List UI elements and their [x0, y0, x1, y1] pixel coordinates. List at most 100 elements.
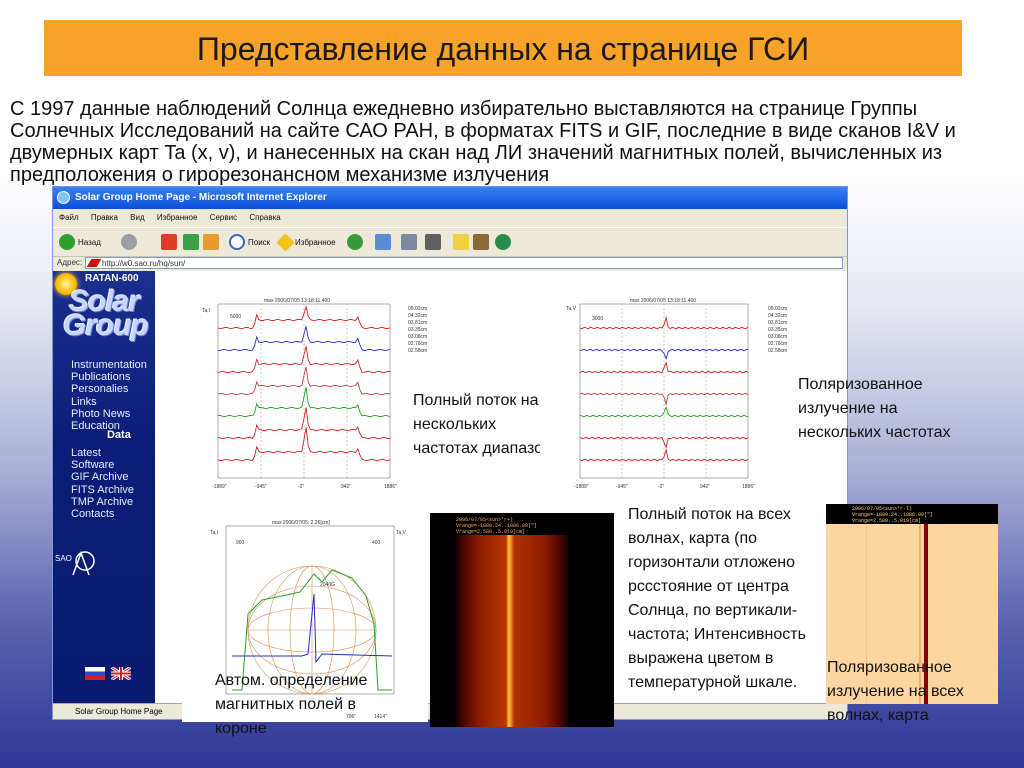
logo-group: Group [63, 309, 149, 342]
star-icon [276, 232, 295, 252]
sidebar-item-software[interactable]: Software [71, 459, 134, 471]
refresh-button[interactable] [183, 233, 202, 251]
legend-item: 04.32cm [408, 313, 427, 319]
sidebar-links: Instrumentation Publications Personalies… [71, 359, 147, 432]
status-text: Solar Group Home Page [75, 707, 163, 716]
x-tick-label: -2" [298, 484, 304, 490]
x-tick-label: 1886" [384, 484, 397, 490]
site-sidebar: RATAN-600 Solar Group Instrumentation Pu… [53, 271, 155, 703]
legend-item: 03.35cm [768, 327, 787, 333]
legend-item: 04.32cm [768, 313, 787, 319]
sidebar-data-heading: Data [107, 429, 131, 441]
magnetic-field-yaxis-left: Ta,I [210, 530, 218, 536]
polarization-scan-panel: max 2006/07/05 13:18:11.400 Ta,V 3000 05… [540, 278, 800, 490]
x-tick-label: -2" [658, 484, 664, 490]
intensity-map-header: 2006/07/05<sun>*r+) Vrange=-1889.24..188… [456, 517, 537, 535]
search-button[interactable]: Поиск [229, 233, 270, 251]
back-label: Назад [78, 237, 101, 247]
polarization-scan-scale: 3000 [592, 316, 603, 322]
sidebar-item-personalies[interactable]: Personalies [71, 383, 147, 395]
magnetic-field-title: max 2006/07/05: 2.26[cm] [272, 520, 330, 526]
messenger-button[interactable] [495, 233, 514, 251]
scan-trace [579, 448, 749, 462]
edit-button[interactable] [425, 233, 444, 251]
messenger-icon [495, 234, 511, 250]
search-label: Поиск [248, 237, 271, 247]
polarization-scan-title: max 2006/07/05 13:18:11.400 [630, 298, 696, 304]
sidebar-item-contacts[interactable]: Contacts [71, 508, 134, 520]
legend-item: 02.58cm [768, 348, 787, 354]
sidebar-data-links: Latest Software GIF Archive FITS Archive… [71, 447, 134, 520]
uk-flag-icon[interactable] [110, 665, 132, 682]
menu-view[interactable]: Вид [130, 213, 144, 222]
x-tick-label: -1889" [212, 484, 227, 490]
address-url: http://w0.sao.ru/hq/sun/ [102, 259, 186, 268]
refresh-icon [183, 234, 199, 250]
scan-trace [579, 392, 749, 406]
sidebar-item-gif-archive[interactable]: GIF Archive [71, 471, 134, 483]
magnetic-field-yaxis-right: Ta,V [396, 530, 407, 536]
address-label: Адрес: [57, 258, 83, 267]
x-tick-label: 942" [700, 484, 710, 490]
window-title: Solar Group Home Page - Microsoft Intern… [75, 192, 327, 203]
x-tick-label: 942" [341, 484, 351, 490]
menu-edit[interactable]: Правка [91, 213, 118, 222]
research-button[interactable] [473, 233, 492, 251]
edit-icon [425, 234, 441, 250]
sidebar-item-instrumentation[interactable]: Instrumentation [71, 359, 147, 371]
station-name: RATAN-600 [85, 273, 139, 284]
intensity-scan-title: max 2006/07/05 13:18:11.400 [264, 298, 330, 304]
sao-logo-text: SAO [55, 554, 72, 563]
browser-menu-bar: Файл Правка Вид Избранное Сервис Справка [53, 209, 847, 227]
slide-title: Представление данных на странице ГСИ [44, 20, 962, 76]
sidebar-item-links[interactable]: Links [71, 396, 147, 408]
address-bar: Адрес: http://w0.sao.ru/hq/sun/ [53, 255, 847, 271]
intensity-map-image [456, 535, 568, 727]
stop-icon [161, 234, 177, 250]
legend-item: 03.35cm [408, 327, 427, 333]
polarization-scan-yaxis: Ta,V [566, 306, 577, 312]
intensity-scan-yaxis: Ta,I [202, 308, 210, 314]
back-arrow-icon [59, 234, 75, 250]
address-input[interactable]: http://w0.sao.ru/hq/sun/ [85, 257, 843, 269]
polarization-map-header: 2006/07/05<sun>*r-l) Vrange=-1889.24..18… [852, 506, 933, 524]
browser-title-bar: Solar Group Home Page - Microsoft Intern… [53, 187, 847, 209]
legend-item: 02.76cm [408, 341, 427, 347]
legend-item: 05.02cm [768, 306, 787, 312]
favorites-button[interactable]: Избранное [276, 232, 336, 252]
sidebar-item-photo-news[interactable]: Photo News [71, 408, 147, 420]
discuss-button[interactable] [453, 233, 472, 251]
browser-toolbar: Назад Поиск Избранное [53, 227, 847, 257]
forward-arrow-icon [121, 234, 137, 250]
menu-help[interactable]: Справка [249, 213, 280, 222]
print-button[interactable] [401, 233, 420, 251]
x-tick-label: 1886" [742, 484, 755, 490]
legend-item: 03.08cm [768, 334, 787, 340]
sidebar-item-tmp-archive[interactable]: TMP Archive [71, 496, 134, 508]
menu-file[interactable]: Файл [59, 213, 79, 222]
x-tick-label: -945" [255, 484, 267, 490]
sidebar-item-publications[interactable]: Publications [71, 371, 147, 383]
ie-icon [57, 191, 70, 204]
home-button[interactable] [203, 233, 222, 251]
scan-trace [579, 316, 749, 330]
legend-item: 05.02cm [408, 306, 427, 312]
forward-button[interactable] [121, 233, 140, 251]
intensity-scan-panel: max 2006/07/05 13:18:11.400 Ta,I 5000 05… [172, 278, 440, 500]
stop-button[interactable] [161, 233, 180, 251]
print-icon [401, 234, 417, 250]
home-icon [203, 234, 219, 250]
menu-tools[interactable]: Сервис [210, 213, 237, 222]
mail-button[interactable] [375, 233, 394, 251]
sidebar-item-latest[interactable]: Latest [71, 447, 134, 459]
history-button[interactable] [347, 233, 366, 251]
back-button[interactable]: Назад [59, 233, 101, 251]
intensity-map-panel: 2006/07/05<sun>*r+) Vrange=-1889.24..188… [430, 513, 614, 727]
russian-flag-icon[interactable] [85, 667, 105, 680]
history-icon [347, 234, 363, 250]
x-tick-label: -1889" [574, 484, 589, 490]
search-icon [229, 234, 245, 250]
sidebar-item-fits-archive[interactable]: FITS Archive [71, 484, 134, 496]
intro-text: С 1997 данные наблюдений Солнца ежедневн… [4, 94, 1002, 186]
menu-favorites[interactable]: Избранное [157, 213, 198, 222]
